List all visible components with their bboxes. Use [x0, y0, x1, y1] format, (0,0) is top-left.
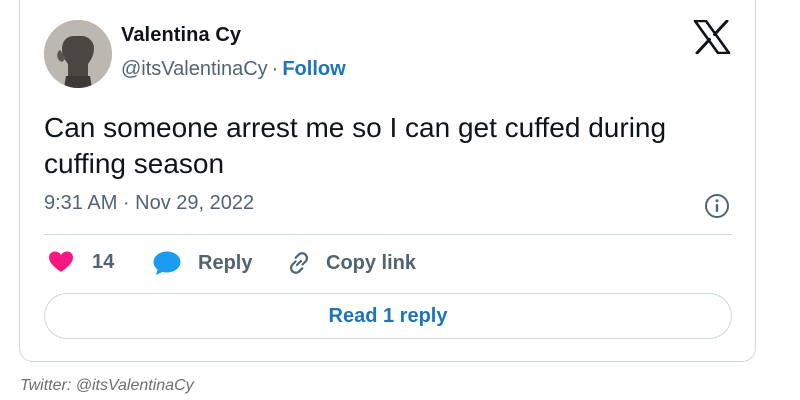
- reply-label: Reply: [198, 251, 253, 274]
- author-handle[interactable]: @itsValentinaCy: [121, 58, 268, 80]
- author-handle-line: @itsValentinaCy · Follow: [121, 58, 346, 81]
- divider: [44, 234, 732, 235]
- handle-separator: ·: [271, 58, 279, 80]
- info-icon[interactable]: [704, 193, 730, 219]
- image-caption: Twitter: @itsValentinaCy: [20, 377, 194, 394]
- author-name[interactable]: Valentina Cy: [121, 24, 241, 47]
- avatar-image: [44, 20, 112, 88]
- copy-link-label: Copy link: [326, 251, 417, 274]
- read-replies-button[interactable]: Read 1 reply: [44, 293, 732, 339]
- avatar[interactable]: [44, 20, 112, 88]
- heart-icon: [49, 251, 73, 272]
- tweet-card: Valentina Cy @itsValentinaCy · Follow Can …: [19, 0, 756, 362]
- copy-link-button[interactable]: Copy link: [286, 250, 416, 276]
- x-logo-icon[interactable]: [693, 20, 731, 54]
- like-count: 14: [92, 250, 115, 273]
- tweet-timestamp[interactable]: 9:31 AM · Nov 29, 2022: [44, 192, 254, 215]
- tweet-text: Can someone arrest me so I can get cuffe…: [44, 112, 667, 179]
- reply-button[interactable]: Reply: [152, 250, 252, 276]
- link-icon: [289, 252, 309, 274]
- like-button[interactable]: 14: [48, 250, 114, 274]
- follow-link[interactable]: Follow: [282, 58, 345, 80]
- speech-bubble-icon: [153, 251, 181, 275]
